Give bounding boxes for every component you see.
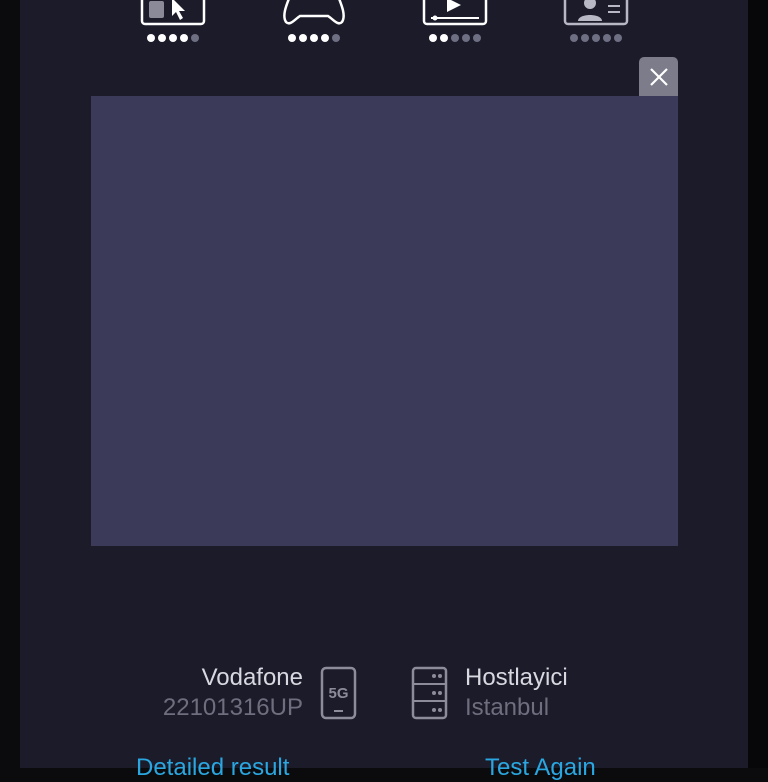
- metric-rating: [421, 34, 489, 44]
- server-icon: [411, 666, 448, 720]
- usage-metrics: [0, 0, 768, 50]
- network-badge: 5G: [328, 685, 348, 702]
- metric-rating: [562, 34, 630, 44]
- browsing-icon: [140, 0, 206, 26]
- rating-dot: [321, 34, 329, 42]
- metric-rating: [280, 34, 348, 44]
- rating-dot: [570, 34, 578, 42]
- rating-dot: [451, 34, 459, 42]
- rating-dot: [158, 34, 166, 42]
- rating-dot: [614, 34, 622, 42]
- detailed-result-link[interactable]: Detailed result: [136, 754, 289, 782]
- host-name: Hostlayici: [465, 664, 568, 691]
- rating-dot: [332, 34, 340, 42]
- rating-dot: [429, 34, 437, 42]
- test-again-link[interactable]: Test Again: [485, 754, 596, 782]
- close-ad-button[interactable]: [639, 57, 678, 96]
- rating-dot: [147, 34, 155, 42]
- rating-dot: [440, 34, 448, 42]
- metric-browsing: [139, 0, 207, 48]
- provider-info: Vodafone 22101316UP 5G Hostlayici Istanb…: [0, 662, 768, 732]
- gamepad-icon: [283, 0, 345, 25]
- rating-dot: [180, 34, 188, 42]
- metric-video: [421, 0, 489, 48]
- video-call-icon: [563, 0, 629, 26]
- right-edge: [748, 0, 768, 768]
- rating-dot: [473, 34, 481, 42]
- rating-dot: [462, 34, 470, 42]
- metric-video-call: [562, 0, 630, 48]
- rating-dot: [288, 34, 296, 42]
- close-icon: [649, 67, 668, 86]
- isp-name: Vodafone: [201, 664, 303, 691]
- isp-ip-address: 22101316UP: [162, 694, 303, 721]
- phone-5g-icon: 5G: [320, 666, 357, 720]
- rating-dot: [191, 34, 199, 42]
- ad-placeholder[interactable]: [91, 96, 678, 546]
- rating-dot: [603, 34, 611, 42]
- rating-dot: [299, 34, 307, 42]
- video-icon: [422, 0, 488, 26]
- rating-dot: [169, 34, 177, 42]
- metric-rating: [139, 34, 207, 44]
- rating-dot: [310, 34, 318, 42]
- host-city: Istanbul: [465, 694, 550, 721]
- rating-dot: [581, 34, 589, 42]
- rating-dot: [592, 34, 600, 42]
- metric-gaming: [280, 0, 348, 48]
